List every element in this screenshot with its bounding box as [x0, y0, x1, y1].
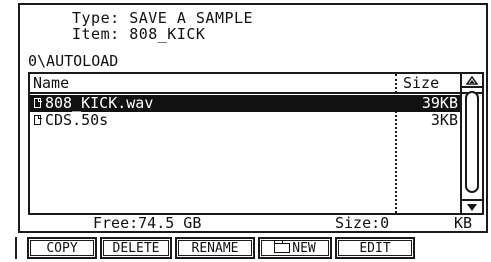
file-size: 3KB [430, 111, 458, 129]
selection-size: Size:0 [335, 214, 390, 232]
scrollbar[interactable] [460, 74, 482, 213]
rename-button[interactable]: RENAME [175, 237, 255, 259]
item-label: Item: [72, 25, 120, 43]
file-list[interactable]: Name Size 808_KICK.wav 39KB CDS.50s 3KB [28, 72, 484, 215]
copy-button[interactable]: COPY [27, 237, 97, 259]
scroll-down-button[interactable] [462, 199, 482, 213]
file-size: 39KB [421, 94, 458, 112]
column-header: Name Size [30, 74, 482, 94]
column-size-header: Size [403, 74, 440, 92]
current-path: 0\AUTOLOAD [28, 52, 119, 70]
column-name-header: Name [33, 74, 70, 92]
dialog-frame: Type: SAVE A SAMPLE Item: 808_KICK 0\AUT… [18, 3, 488, 233]
file-name: CDS.50s [45, 111, 109, 129]
size-unit: KB [454, 214, 473, 232]
file-name: 808_KICK.wav [45, 94, 154, 112]
scroll-up-button[interactable] [462, 74, 482, 88]
folder-icon [273, 240, 291, 253]
softkey-bar: COPY DELETE RENAME NEW EDIT [27, 237, 487, 259]
file-row[interactable]: CDS.50s 3KB [30, 112, 460, 129]
softkey-divider [15, 237, 17, 259]
file-icon [34, 97, 42, 108]
arrow-down-icon [467, 203, 477, 211]
item-line: Item: 808_KICK [72, 27, 205, 42]
new-folder-button[interactable]: NEW [258, 237, 332, 259]
arrow-up-icon [466, 75, 478, 85]
type-line: Type: SAVE A SAMPLE [72, 11, 253, 26]
delete-button[interactable]: DELETE [100, 237, 172, 259]
item-value[interactable]: 808_KICK [129, 25, 205, 43]
scroll-thumb[interactable] [465, 91, 479, 193]
file-row[interactable]: 808_KICK.wav 39KB [30, 95, 460, 112]
new-label: NEW [292, 240, 316, 256]
edit-button[interactable]: EDIT [335, 237, 415, 259]
free-space: Free:74.5 GB [93, 214, 202, 232]
file-icon [34, 114, 42, 125]
